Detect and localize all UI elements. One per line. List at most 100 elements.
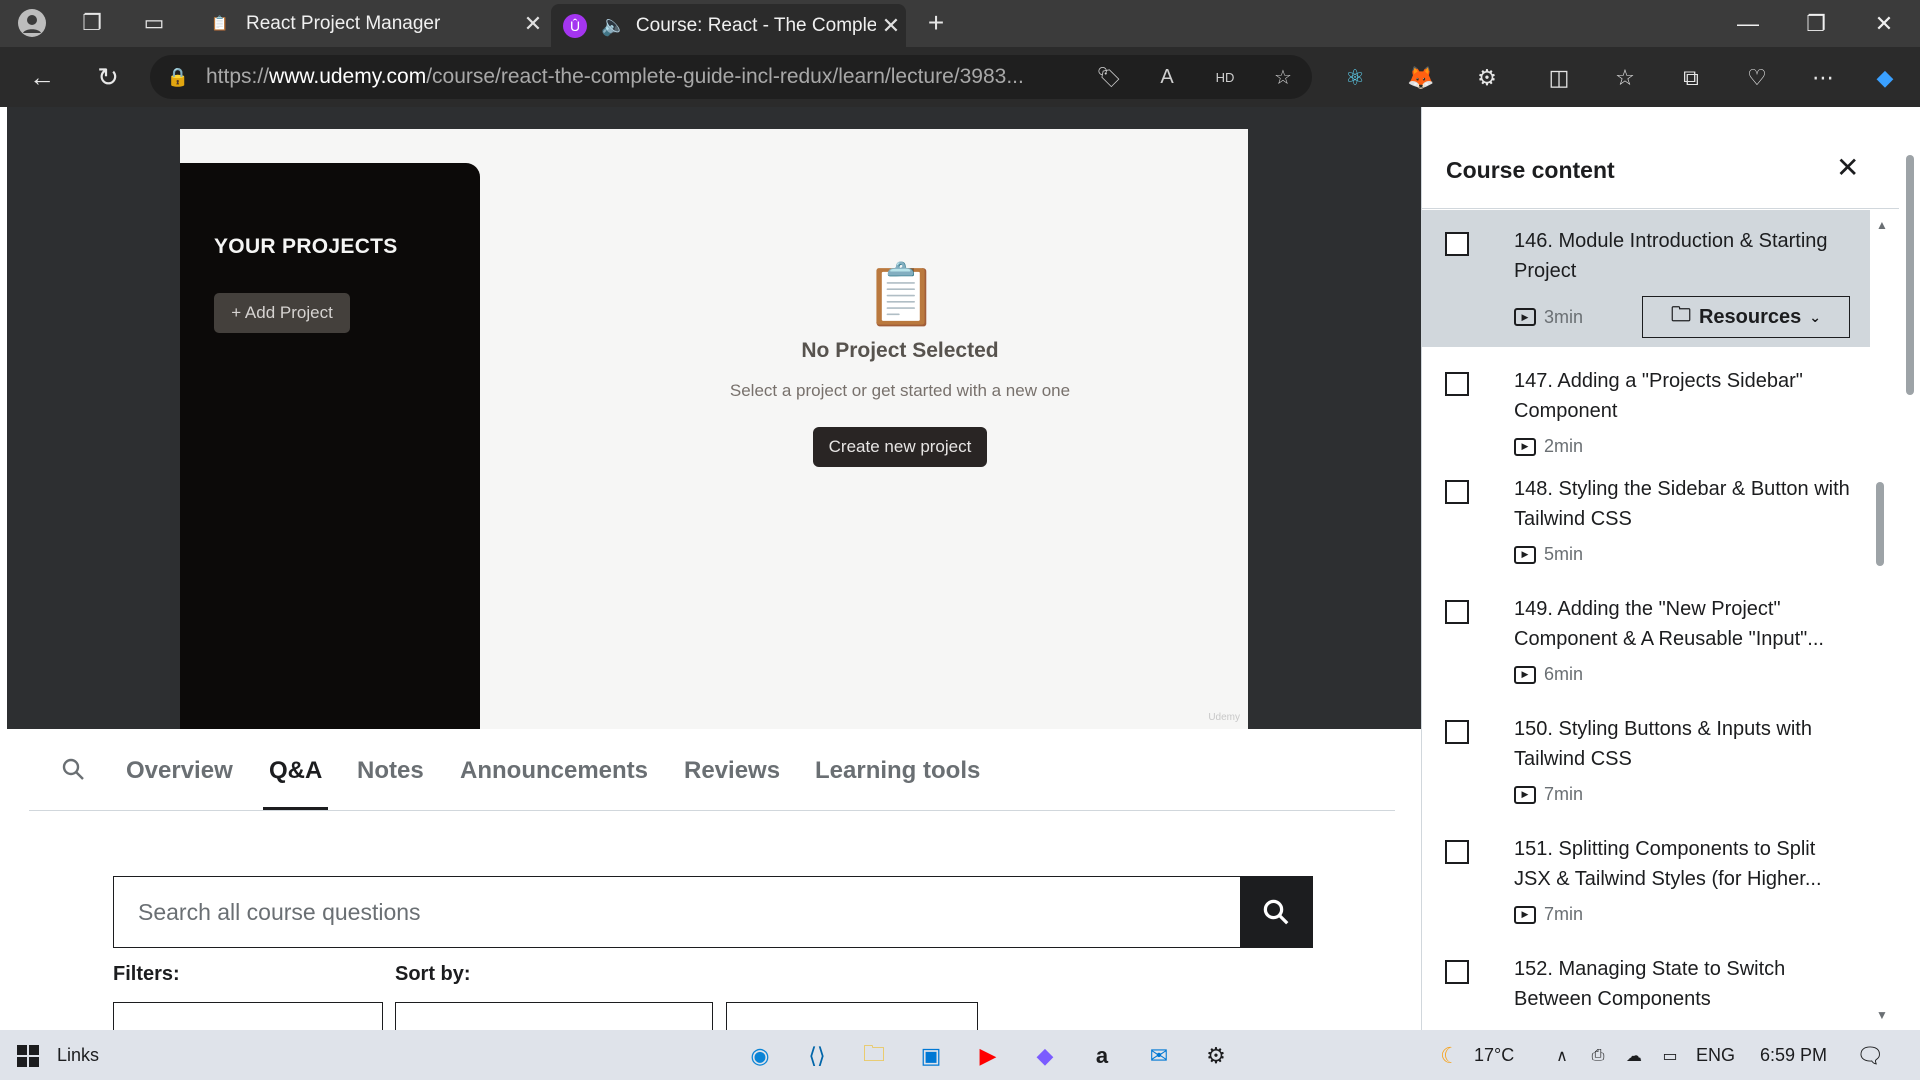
- checkbox[interactable]: [1445, 480, 1469, 504]
- profile-icon[interactable]: [16, 7, 48, 39]
- lecture-duration: 7min: [1544, 904, 1584, 924]
- course-content-header: Course content ✕: [1422, 107, 1900, 209]
- checkbox[interactable]: [1445, 232, 1469, 256]
- lecture-duration: 7min: [1544, 784, 1584, 804]
- workspaces-icon[interactable]: ❐: [76, 7, 108, 39]
- video-icon: ▶: [1514, 545, 1536, 564]
- course-content-panel: Course content ✕ 146. Module Introductio…: [1421, 107, 1900, 1030]
- checkbox[interactable]: [1445, 600, 1469, 624]
- page-scroll-thumb[interactable]: [1906, 155, 1914, 395]
- minimize-icon[interactable]: —: [1714, 0, 1782, 47]
- battery-icon[interactable]: ▭: [1652, 1038, 1688, 1074]
- meet-icon[interactable]: ⎙: [1580, 1038, 1616, 1074]
- lecture-item[interactable]: 146. Module Introduction & Starting Proj…: [1422, 210, 1870, 347]
- vscode-icon[interactable]: ⟨⟩: [799, 1038, 835, 1074]
- lecture-title: 146. Module Introduction & Starting Proj…: [1514, 230, 1828, 282]
- file-explorer-icon[interactable]: 🗀: [856, 1038, 892, 1074]
- new-tab-icon[interactable]: +: [920, 7, 952, 39]
- add-project-button: + Add Project: [214, 293, 350, 333]
- edge-icon[interactable]: ◉: [742, 1038, 778, 1074]
- read-aloud-icon[interactable]: A: [1138, 66, 1196, 89]
- lecture-item[interactable]: 150. Styling Buttons & Inputs with Tailw…: [1422, 707, 1870, 827]
- more-options-icon[interactable]: ⋯: [1806, 61, 1840, 95]
- mail-icon[interactable]: ✉: [1141, 1038, 1177, 1074]
- search-icon[interactable]: [61, 757, 85, 788]
- tab-learning-tools[interactable]: Learning tools: [815, 757, 980, 785]
- tab-udemy-course[interactable]: Û 🔈 Course: React - The Comple ✕: [551, 4, 906, 47]
- lecture-list-scrollbar[interactable]: ▲ ▼: [1870, 210, 1894, 1030]
- video-frame: YOUR PROJECTS + Add Project 📋 No Project…: [180, 129, 1248, 729]
- taskbar-search[interactable]: Links: [57, 1045, 99, 1066]
- tab-react-project-manager[interactable]: 📋 React Project Manager ✕: [196, 0, 548, 47]
- weather-temp[interactable]: 17°C: [1474, 1045, 1514, 1066]
- split-screen-icon[interactable]: ◫: [1542, 61, 1576, 95]
- search-icon[interactable]: [1240, 877, 1312, 947]
- lecture-meta: ▶ 5min: [1492, 544, 1850, 565]
- scroll-up-icon[interactable]: ▲: [1876, 218, 1888, 232]
- vertical-tabs-icon[interactable]: ▭: [138, 7, 170, 39]
- copilot-icon[interactable]: ◆: [1868, 61, 1902, 95]
- video-icon: ▶: [1514, 665, 1536, 684]
- page-scrollbar[interactable]: [1899, 107, 1920, 1030]
- checkbox[interactable]: [1445, 840, 1469, 864]
- address-bar-row: ← ↻ 🔒 https://www.udemy.com/course/react…: [0, 47, 1920, 107]
- scroll-thumb[interactable]: [1876, 482, 1884, 566]
- settings-icon[interactable]: ⚙: [1198, 1038, 1234, 1074]
- tab-reviews[interactable]: Reviews: [684, 757, 780, 785]
- restore-icon[interactable]: ❐: [1782, 0, 1850, 47]
- speaker-icon[interactable]: 🔈: [601, 13, 626, 38]
- windows-start-icon[interactable]: [10, 1038, 46, 1074]
- url-field[interactable]: 🔒 https://www.udemy.com/course/react-the…: [150, 55, 1312, 99]
- lecture-item[interactable]: 151. Splitting Components to Split JSX &…: [1422, 827, 1870, 947]
- notifications-icon[interactable]: 🗨: [1852, 1038, 1888, 1074]
- udemy-course-page: YOUR PROJECTS + Add Project 📋 No Project…: [0, 107, 1920, 1042]
- metamask-icon[interactable]: 🦊: [1404, 61, 1438, 95]
- close-icon[interactable]: ✕: [1836, 151, 1859, 184]
- moon-weather-icon: ☾: [1440, 1043, 1460, 1068]
- refresh-icon[interactable]: ↻: [90, 59, 126, 95]
- video-player[interactable]: YOUR PROJECTS + Add Project 📋 No Project…: [7, 107, 1421, 729]
- chevron-up-icon[interactable]: ∧: [1544, 1038, 1580, 1074]
- checkbox[interactable]: [1445, 960, 1469, 984]
- window-close-icon[interactable]: ✕: [1850, 0, 1918, 47]
- favorite-star-icon[interactable]: ☆: [1254, 65, 1312, 90]
- collections-icon[interactable]: ⧉: [1674, 61, 1708, 95]
- hd-icon[interactable]: HD: [1196, 70, 1254, 85]
- lecture-item[interactable]: 147. Adding a "Projects Sidebar" Compone…: [1422, 347, 1870, 467]
- favorites-icon[interactable]: ☆: [1608, 61, 1642, 95]
- clock[interactable]: 6:59 PM: [1760, 1045, 1827, 1066]
- resources-button[interactable]: 🗀 Resources ⌄: [1642, 296, 1850, 338]
- tab-notes[interactable]: Notes: [357, 757, 424, 785]
- browser-essentials-icon[interactable]: ♡: [1740, 61, 1774, 95]
- lecture-item[interactable]: 149. Adding the "New Project" Component …: [1422, 587, 1870, 707]
- copilot-icon[interactable]: ◆: [1027, 1038, 1063, 1074]
- checkbox[interactable]: [1445, 720, 1469, 744]
- lecture-item[interactable]: 152. Managing State to Switch Between Co…: [1422, 947, 1870, 1030]
- video-icon: ▶: [1514, 437, 1536, 456]
- extensions-icon[interactable]: ⚙: [1470, 61, 1504, 95]
- lecture-meta: ▶ 6min: [1492, 664, 1850, 685]
- store-icon[interactable]: ▣: [913, 1038, 949, 1074]
- network-icon[interactable]: ☁: [1616, 1038, 1652, 1074]
- language-indicator[interactable]: ENG: [1696, 1045, 1735, 1066]
- lecture-duration: 5min: [1544, 544, 1584, 564]
- youtube-icon[interactable]: ▶: [970, 1038, 1006, 1074]
- qa-search-input[interactable]: Search all course questions: [114, 877, 1240, 947]
- lecture-duration: 3min: [1544, 306, 1584, 327]
- close-icon[interactable]: ✕: [518, 11, 548, 37]
- tab-announcements[interactable]: Announcements: [460, 757, 648, 785]
- tab-qa[interactable]: Q&A: [269, 757, 322, 785]
- tag-icon[interactable]: 🏷: [1080, 65, 1138, 90]
- react-devtools-icon[interactable]: ⚛: [1338, 61, 1372, 95]
- lecture-item[interactable]: 148. Styling the Sidebar & Button with T…: [1422, 467, 1870, 587]
- amazon-icon[interactable]: a: [1084, 1038, 1120, 1074]
- scroll-down-icon[interactable]: ▼: [1876, 1008, 1888, 1022]
- clipboard-icon: 📋: [211, 15, 229, 31]
- close-icon[interactable]: ✕: [876, 13, 906, 39]
- lecture-title: 147. Adding a "Projects Sidebar" Compone…: [1514, 370, 1803, 422]
- checkbox[interactable]: [1445, 372, 1469, 396]
- projects-heading: YOUR PROJECTS: [214, 235, 398, 258]
- tab-overview[interactable]: Overview: [126, 757, 233, 785]
- back-icon[interactable]: ←: [24, 59, 60, 95]
- lock-icon: 🔒: [166, 66, 190, 87]
